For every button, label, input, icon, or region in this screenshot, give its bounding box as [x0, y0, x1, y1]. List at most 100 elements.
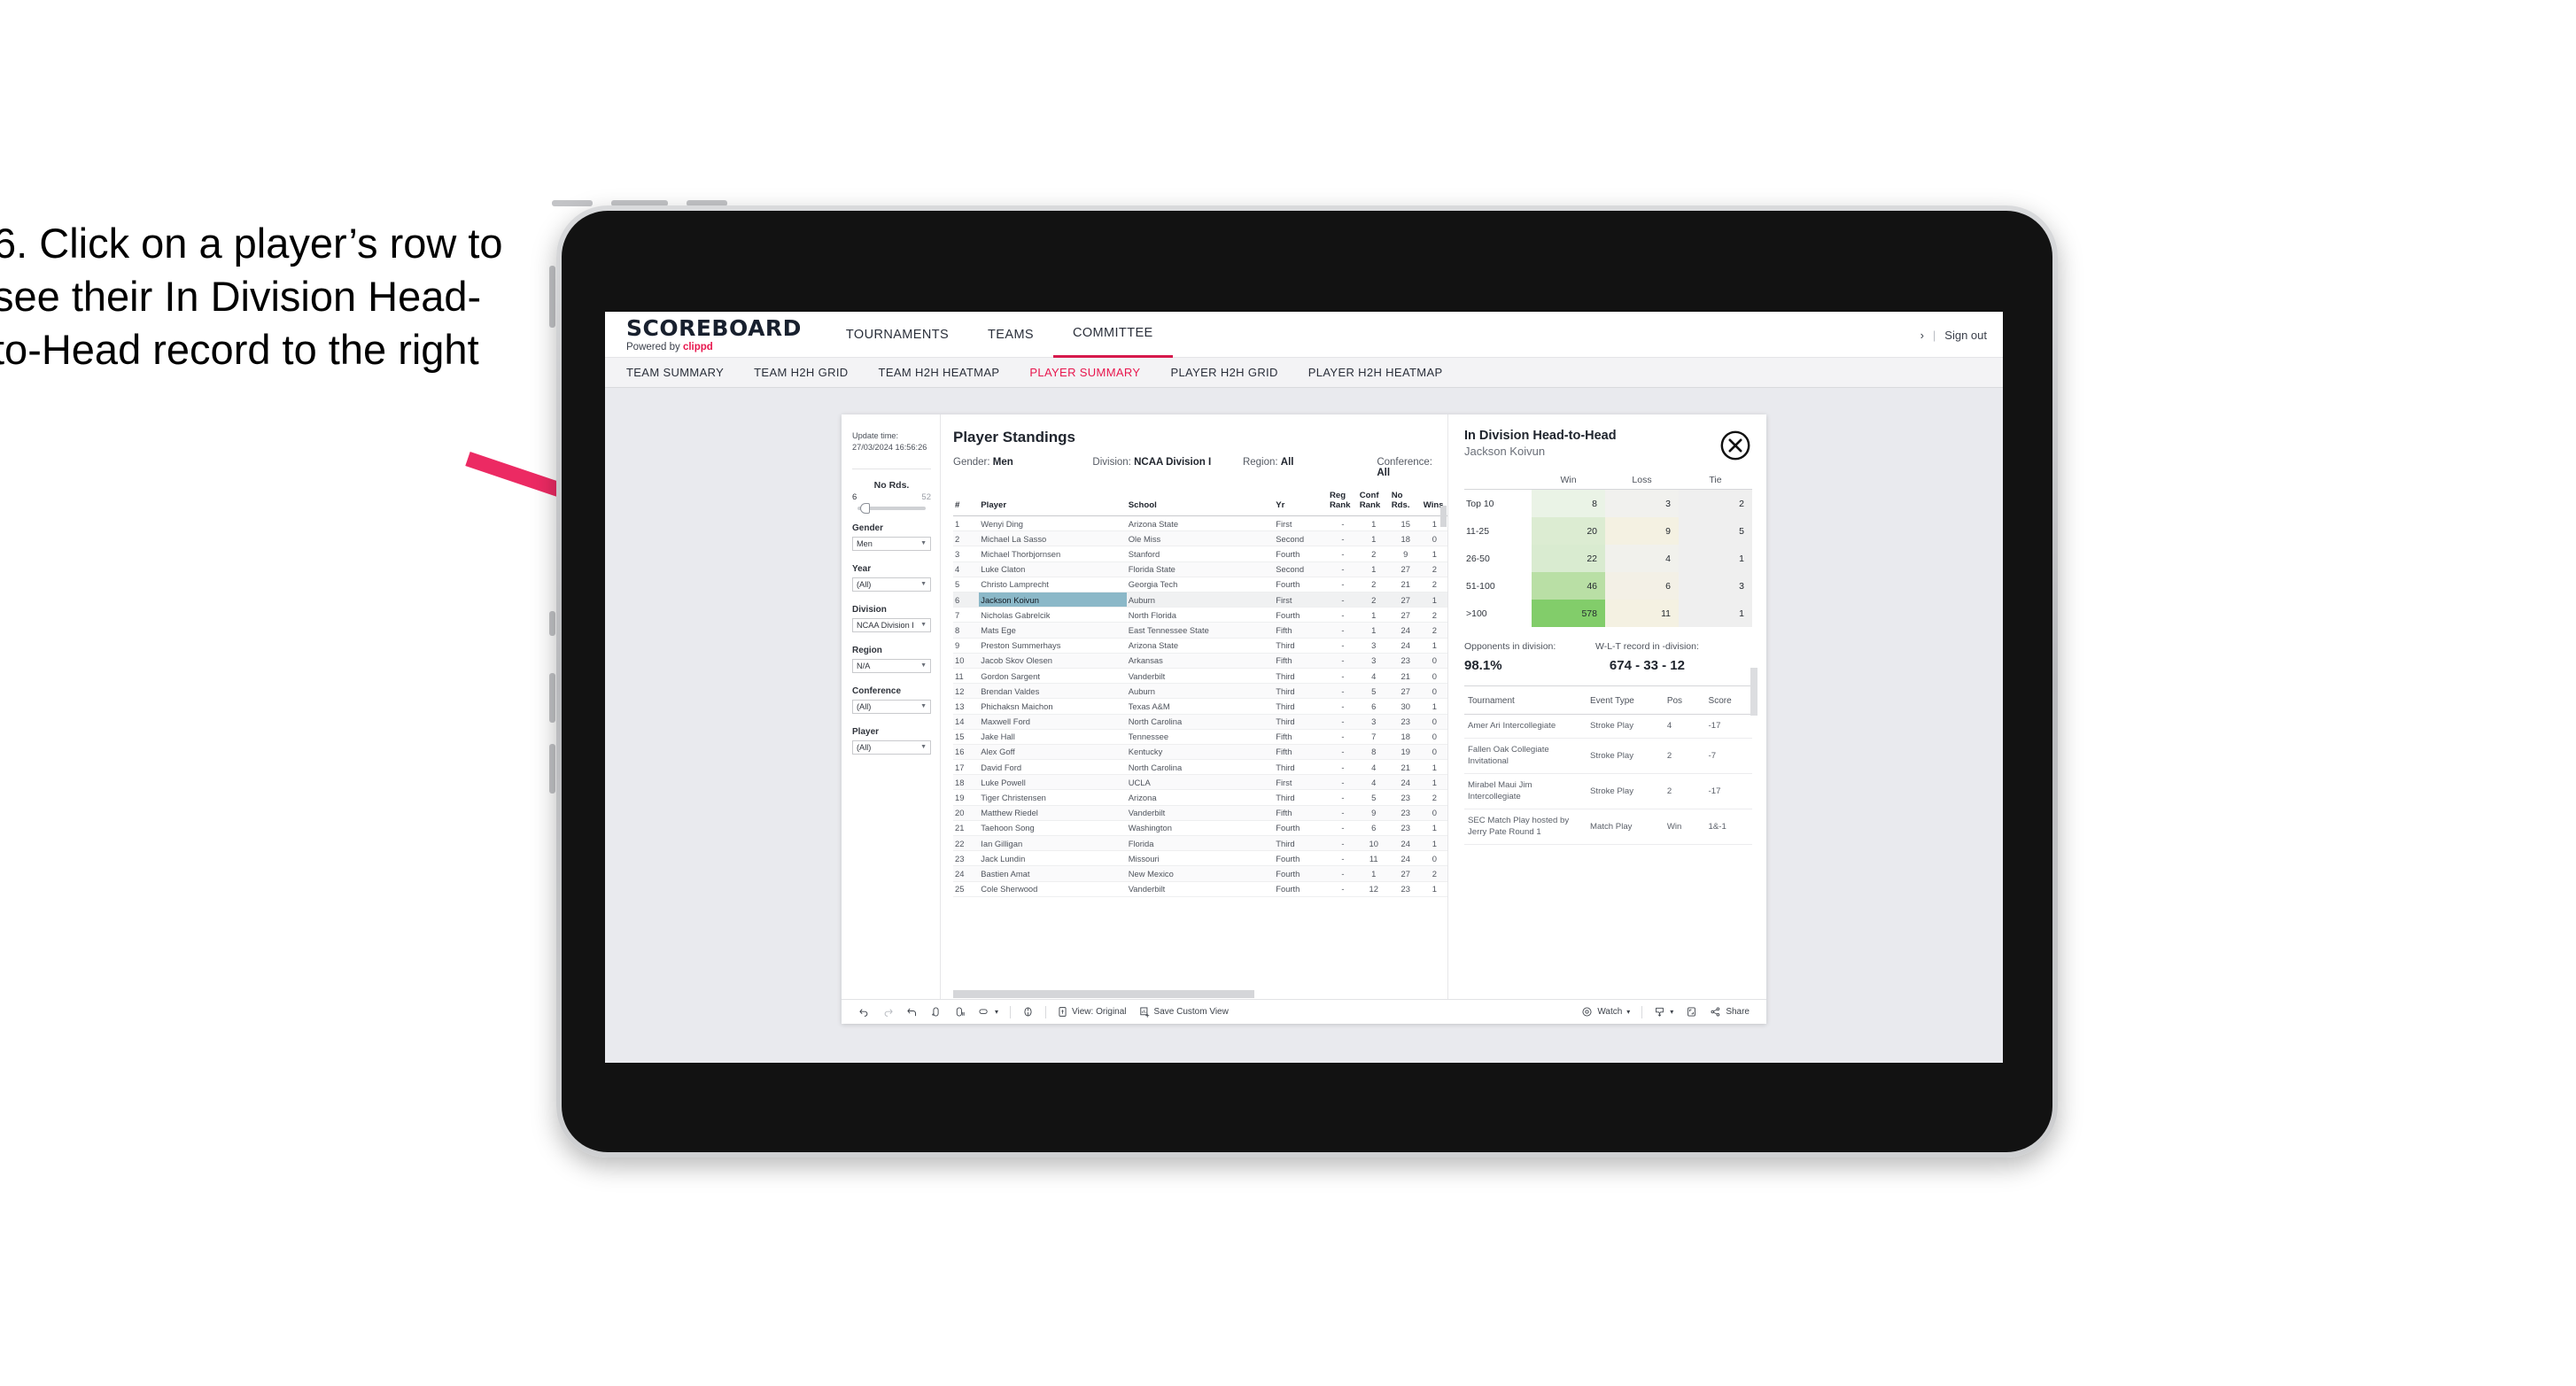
cell-conf: 1	[1357, 865, 1390, 882]
table-row[interactable]: 11 Gordon Sargent Vanderbilt Third -4 21 0	[953, 668, 1447, 685]
h2h-cell-tie: 2	[1679, 489, 1752, 517]
table-row[interactable]: 21 Taehoon Song Washington Fourth -6 23 1	[953, 820, 1447, 837]
share-button[interactable]: Share	[1703, 1006, 1756, 1018]
col-conf-rank[interactable]: Conf Rank	[1357, 488, 1390, 517]
table-row[interactable]: 13 Phichaksn Maichon Texas A&M Third -6 30 1	[953, 698, 1447, 715]
standings-horizontal-scrollbar[interactable]	[953, 990, 1254, 998]
cell-yr: Fourth	[1274, 865, 1328, 882]
table-row[interactable]: 10 Jacob Skov Olesen Arkansas Fifth -3 23 0	[953, 653, 1447, 669]
col-player[interactable]: Player	[979, 488, 1127, 517]
table-row[interactable]: 14 Maxwell Ford North Carolina Third -3 23 0	[953, 714, 1447, 730]
cell-no: 24	[1389, 835, 1422, 852]
summary-division-val: NCAA Division I	[1134, 457, 1212, 468]
trn-col-score[interactable]: Score	[1704, 688, 1752, 715]
chevron-right-icon[interactable]: ›	[1920, 329, 1924, 342]
table-row[interactable]: 3 Michael Thorbjornsen Stanford Fourth -2 9 1	[953, 546, 1447, 562]
table-row[interactable]: 19 Tiger Christensen Arizona Third -5 23 2	[953, 789, 1447, 806]
trn-cell-name: Amer Ari Intercollegiate	[1464, 714, 1587, 739]
nav-committee[interactable]: COMMITTEE	[1053, 312, 1173, 358]
forecast-icon[interactable]	[1016, 1006, 1040, 1018]
filter-conference-select[interactable]: (All) ▼	[852, 699, 931, 714]
table-row[interactable]: 17 David Ford North Carolina Third -4 21 1	[953, 759, 1447, 776]
refresh-data-icon[interactable]	[924, 1006, 948, 1018]
tournament-row[interactable]: Mirabel Maui Jim Intercollegiate Stroke P…	[1464, 773, 1752, 810]
filter-year-select[interactable]: (All) ▼	[852, 577, 931, 592]
filter-no-rounds[interactable]: No Rds. 6 52	[852, 480, 931, 514]
cell-player: Alex Goff	[979, 744, 1127, 761]
stat-record-label: W-L-T record in -division:	[1595, 641, 1699, 652]
table-row[interactable]: 12 Brendan Valdes Auburn Third -5 27 0	[953, 683, 1447, 700]
save-custom-view-button[interactable]: Save Custom View	[1133, 1006, 1235, 1018]
powered-name: clippd	[682, 341, 713, 352]
cell-conf: 2	[1357, 592, 1390, 608]
col-yr[interactable]: Yr	[1274, 488, 1328, 517]
highlight-icon[interactable]: ▾	[972, 1006, 1005, 1018]
table-row[interactable]: 20 Matthew Riedel Vanderbilt Fifth -9 23 0	[953, 805, 1447, 821]
dashboard-wrapper: Update time: 27/03/2024 16:56:26 No Rds.…	[605, 388, 2003, 1024]
watch-button[interactable]: Watch ▾	[1575, 1006, 1636, 1018]
pause-updates-icon[interactable]	[948, 1006, 972, 1018]
table-row[interactable]: 2 Michael La Sasso Ole Miss Second -1 18 0	[953, 530, 1447, 547]
filter-division-select[interactable]: NCAA Division I ▼	[852, 617, 931, 632]
cell-player: Phichaksn Maichon	[979, 698, 1127, 715]
download-button[interactable]: ▾	[1648, 1006, 1680, 1018]
filter-region-select[interactable]: N/A ▼	[852, 658, 931, 673]
tab-team-h2h-grid[interactable]: TEAM H2H GRID	[754, 366, 848, 379]
nav-teams[interactable]: TEAMS	[968, 312, 1053, 358]
table-row[interactable]: 22 Ian Gilligan Florida Third -10 24 1	[953, 835, 1447, 852]
filter-gender-select[interactable]: Men ▼	[852, 536, 931, 551]
undo-icon[interactable]	[852, 1006, 876, 1018]
col-reg-rank[interactable]: Reg Rank	[1328, 488, 1358, 517]
table-row[interactable]: 4 Luke Claton Florida State Second -1 27 2	[953, 561, 1447, 577]
redo-icon[interactable]	[876, 1006, 900, 1018]
cell-rank: 25	[953, 881, 980, 897]
signout-link[interactable]: Sign out	[1944, 329, 1987, 342]
tab-team-h2h-heatmap[interactable]: TEAM H2H HEATMAP	[879, 366, 1000, 379]
table-row[interactable]: 23 Jack Lundin Missouri Fourth -11 24 0	[953, 850, 1447, 867]
trn-cell-score: -7	[1704, 738, 1752, 775]
tab-player-h2h-heatmap[interactable]: PLAYER H2H HEATMAP	[1308, 366, 1443, 379]
close-circle-icon[interactable]	[1719, 429, 1752, 462]
table-row[interactable]: 7 Nicholas Gabrelcik North Florida Fourth -1…	[953, 607, 1447, 623]
table-row[interactable]: 16 Alex Goff Kentucky Fifth -8 19 0	[953, 744, 1447, 761]
tab-player-summary[interactable]: PLAYER SUMMARY	[1029, 366, 1140, 379]
table-row[interactable]: 25 Cole Sherwood Vanderbilt Fourth -12 23 1	[953, 881, 1447, 897]
tab-team-summary[interactable]: TEAM SUMMARY	[626, 366, 724, 379]
view-original-button[interactable]: View: Original	[1051, 1006, 1133, 1018]
table-row[interactable]: 8 Mats Ege East Tennessee State Fifth -1 24 2	[953, 622, 1447, 639]
col-rank[interactable]: #	[953, 488, 980, 517]
filter-division-value: NCAA Division I	[857, 620, 914, 630]
tournament-scrollbar[interactable]	[1750, 668, 1757, 716]
filter-player-select[interactable]: (All) ▼	[852, 739, 931, 755]
revert-icon[interactable]	[900, 1006, 924, 1018]
cell-yr: Third	[1274, 683, 1328, 700]
col-no-rds[interactable]: No Rds.	[1389, 488, 1422, 517]
h2h-row: Top 10 8 3 2	[1464, 489, 1752, 517]
table-row[interactable]: 5 Christo Lamprecht Georgia Tech Fourth -2 21…	[953, 577, 1447, 593]
h2h-cell-lbl: 26-50	[1464, 545, 1532, 572]
nav-tournaments[interactable]: TOURNAMENTS	[826, 312, 968, 358]
table-row[interactable]: 9 Preston Summerhays Arizona State Third -3 2…	[953, 638, 1447, 654]
table-row[interactable]: 24 Bastien Amat New Mexico Fourth -1 27 2	[953, 865, 1447, 882]
tournament-row[interactable]: SEC Match Play hosted by Jerry Pate Roun…	[1464, 809, 1752, 846]
fullscreen-button[interactable]	[1680, 1006, 1703, 1018]
table-row[interactable]: 1 Wenyi Ding Arizona State First -1 15 1	[953, 515, 1447, 532]
no-rounds-slider-track[interactable]	[857, 502, 926, 514]
table-row[interactable]: 18 Luke Powell UCLA First -4 24 1	[953, 774, 1447, 791]
trn-col-event-type[interactable]: Event Type	[1587, 688, 1664, 715]
no-rounds-slider-knob[interactable]	[860, 502, 871, 514]
cell-reg: -	[1328, 607, 1358, 623]
trn-col-tournament[interactable]: Tournament	[1464, 688, 1587, 715]
cell-yr: Third	[1274, 668, 1328, 685]
table-row[interactable]: 15 Jake Hall Tennessee Fifth -7 18 0	[953, 729, 1447, 745]
tab-player-h2h-grid[interactable]: PLAYER H2H GRID	[1170, 366, 1277, 379]
cell-no: 21	[1389, 668, 1422, 685]
tournament-row[interactable]: Amer Ari Intercollegiate Stroke Play 4 -17	[1464, 714, 1752, 739]
cell-wins: 0	[1421, 805, 1447, 821]
col-school[interactable]: School	[1126, 488, 1275, 517]
trn-col-pos[interactable]: Pos	[1663, 688, 1705, 715]
tournament-row[interactable]: Fallen Oak Collegiate Invitational Stroke…	[1464, 738, 1752, 775]
table-row[interactable]: 6 Jackson Koivun Auburn First -2 27 1	[953, 592, 1447, 608]
standings-vertical-scrollbar[interactable]	[1440, 506, 1447, 527]
trn-cell-pos: Win	[1663, 809, 1705, 846]
